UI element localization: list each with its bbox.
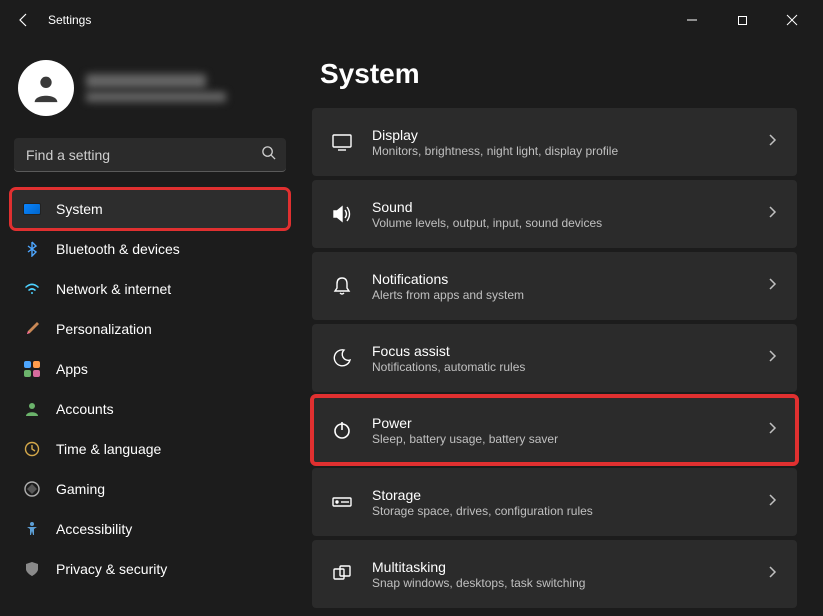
card-storage[interactable]: Storage Storage space, drives, configura…: [312, 468, 797, 536]
sidebar-item-accessibility[interactable]: Accessibility: [12, 510, 288, 548]
window-controls: [669, 4, 815, 36]
card-title: Power: [372, 415, 747, 431]
card-text: Multitasking Snap windows, desktops, tas…: [372, 559, 747, 590]
gaming-icon: [22, 479, 42, 499]
card-title: Notifications: [372, 271, 747, 287]
paintbrush-icon: [22, 319, 42, 339]
sidebar-item-label: Gaming: [56, 481, 105, 497]
sidebar-item-gaming[interactable]: Gaming: [12, 470, 288, 508]
nav-list: System Bluetooth & devices Network & int…: [12, 190, 288, 588]
search-wrap: [14, 138, 286, 172]
card-title: Display: [372, 127, 747, 143]
storage-icon: [330, 490, 354, 514]
close-button[interactable]: [769, 4, 815, 36]
sidebar-item-privacy[interactable]: Privacy & security: [12, 550, 288, 588]
system-icon: [22, 199, 42, 219]
card-text: Sound Volume levels, output, input, soun…: [372, 199, 747, 230]
card-focus[interactable]: Focus assist Notifications, automatic ru…: [312, 324, 797, 392]
user-profile[interactable]: [12, 50, 288, 132]
card-subtitle: Notifications, automatic rules: [372, 360, 747, 374]
display-icon: [330, 130, 354, 154]
accessibility-icon: [22, 519, 42, 539]
apps-icon: [22, 359, 42, 379]
card-subtitle: Sleep, battery usage, battery saver: [372, 432, 747, 446]
bluetooth-icon: [22, 239, 42, 259]
page-title: System: [320, 58, 801, 90]
chevron-right-icon: [765, 349, 779, 368]
sidebar-item-bluetooth[interactable]: Bluetooth & devices: [12, 230, 288, 268]
sidebar-item-label: Accounts: [56, 401, 114, 417]
card-subtitle: Snap windows, desktops, task switching: [372, 576, 747, 590]
search-input[interactable]: [14, 138, 286, 172]
sidebar-item-label: Personalization: [56, 321, 152, 337]
card-text: Notifications Alerts from apps and syste…: [372, 271, 747, 302]
app-title: Settings: [48, 13, 91, 27]
chevron-right-icon: [765, 277, 779, 296]
clock-icon: [22, 439, 42, 459]
chevron-right-icon: [765, 421, 779, 440]
minimize-button[interactable]: [669, 4, 715, 36]
card-title: Sound: [372, 199, 747, 215]
sidebar-item-label: Accessibility: [56, 521, 132, 537]
settings-cards: Display Monitors, brightness, night ligh…: [312, 108, 801, 608]
user-icon: [29, 71, 63, 105]
sidebar-item-apps[interactable]: Apps: [12, 350, 288, 388]
minimize-icon: [686, 14, 698, 26]
sidebar-item-label: Privacy & security: [56, 561, 167, 577]
sidebar-item-system[interactable]: System: [12, 190, 288, 228]
card-subtitle: Monitors, brightness, night light, displ…: [372, 144, 747, 158]
titlebar: Settings: [0, 0, 823, 40]
card-title: Multitasking: [372, 559, 747, 575]
shield-icon: [22, 559, 42, 579]
card-sound[interactable]: Sound Volume levels, output, input, soun…: [312, 180, 797, 248]
card-display[interactable]: Display Monitors, brightness, night ligh…: [312, 108, 797, 176]
sidebar-item-personalization[interactable]: Personalization: [12, 310, 288, 348]
card-text: Storage Storage space, drives, configura…: [372, 487, 747, 518]
user-email-redacted: [86, 92, 226, 102]
user-meta: [86, 74, 226, 102]
maximize-button[interactable]: [719, 4, 765, 36]
sidebar-item-label: System: [56, 201, 103, 217]
user-name-redacted: [86, 74, 206, 88]
accounts-icon: [22, 399, 42, 419]
card-subtitle: Alerts from apps and system: [372, 288, 747, 302]
sidebar-item-network[interactable]: Network & internet: [12, 270, 288, 308]
avatar: [18, 60, 74, 116]
card-power[interactable]: Power Sleep, battery usage, battery save…: [312, 396, 797, 464]
maximize-icon: [737, 15, 748, 26]
card-text: Display Monitors, brightness, night ligh…: [372, 127, 747, 158]
sidebar-item-label: Network & internet: [56, 281, 171, 297]
chevron-right-icon: [765, 133, 779, 152]
sidebar-item-label: Bluetooth & devices: [56, 241, 180, 257]
sidebar-item-accounts[interactable]: Accounts: [12, 390, 288, 428]
card-notifications[interactable]: Notifications Alerts from apps and syste…: [312, 252, 797, 320]
sidebar-item-label: Time & language: [56, 441, 161, 457]
card-subtitle: Volume levels, output, input, sound devi…: [372, 216, 747, 230]
multitasking-icon: [330, 562, 354, 586]
bell-icon: [330, 274, 354, 298]
power-icon: [330, 418, 354, 442]
sound-icon: [330, 202, 354, 226]
chevron-right-icon: [765, 493, 779, 512]
sidebar-item-label: Apps: [56, 361, 88, 377]
back-arrow-icon: [16, 12, 32, 28]
close-icon: [786, 14, 798, 26]
card-title: Focus assist: [372, 343, 747, 359]
sidebar-item-time[interactable]: Time & language: [12, 430, 288, 468]
chevron-right-icon: [765, 565, 779, 584]
moon-icon: [330, 346, 354, 370]
wifi-icon: [22, 279, 42, 299]
card-title: Storage: [372, 487, 747, 503]
chevron-right-icon: [765, 205, 779, 224]
content-area[interactable]: System Display Monitors, brightness, nig…: [300, 40, 823, 616]
card-text: Power Sleep, battery usage, battery save…: [372, 415, 747, 446]
card-text: Focus assist Notifications, automatic ru…: [372, 343, 747, 374]
back-button[interactable]: [8, 4, 40, 36]
card-subtitle: Storage space, drives, configuration rul…: [372, 504, 747, 518]
sidebar: System Bluetooth & devices Network & int…: [0, 40, 300, 616]
card-multitasking[interactable]: Multitasking Snap windows, desktops, tas…: [312, 540, 797, 608]
